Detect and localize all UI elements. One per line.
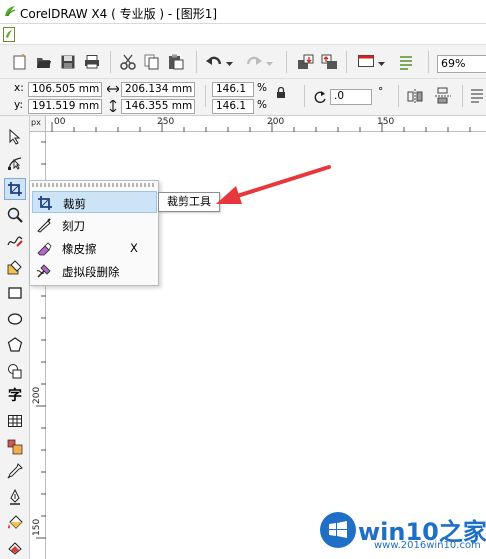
eraser-icon <box>37 242 52 256</box>
x-position-field[interactable]: 106.505 mm <box>28 82 102 97</box>
shape-tool-icon[interactable] <box>4 152 26 174</box>
height-arrows-icon <box>107 99 119 113</box>
interactive-blend-tool-icon[interactable] <box>4 436 26 458</box>
wrap-paragraph-icon[interactable] <box>470 87 484 105</box>
ellipse-tool-icon[interactable] <box>4 308 26 330</box>
flyout-item-virtual-segment-delete[interactable]: 虚拟段删除 <box>32 260 157 282</box>
coreldraw-logo-icon <box>5 6 16 17</box>
scale-y-field[interactable]: 146.1 <box>212 99 254 114</box>
toolbox: 字 <box>0 116 30 559</box>
flyout-item-shortcut: X <box>130 241 138 255</box>
width-arrows-icon <box>106 83 120 95</box>
undo-dropdown-icon[interactable] <box>224 54 234 74</box>
import-icon[interactable] <box>296 52 316 72</box>
cut-icon[interactable] <box>118 52 138 72</box>
ruler-tick-label: 200 <box>267 117 285 127</box>
redo-icon[interactable] <box>244 52 264 72</box>
basic-shapes-tool-icon[interactable] <box>4 360 26 382</box>
save-icon[interactable] <box>58 52 78 72</box>
welcome-screen-icon[interactable] <box>396 52 416 72</box>
launcher-dropdown-icon[interactable] <box>376 54 386 74</box>
menu-bar <box>0 24 486 44</box>
application-launcher-icon[interactable] <box>356 52 376 72</box>
outline-pen-tool-icon[interactable] <box>4 486 26 508</box>
open-folder-icon[interactable] <box>34 52 54 72</box>
copy-icon[interactable] <box>142 52 162 72</box>
ruler-tick-label: 00 <box>54 117 66 127</box>
ruler-tick-label: 250 <box>157 117 175 127</box>
flyout-item-label: 橡皮擦 <box>62 242 97 256</box>
print-icon[interactable] <box>82 52 102 72</box>
tooltip: 裁剪工具 <box>158 192 220 212</box>
ruler-unit-label: px <box>31 118 41 127</box>
y-position-field[interactable]: 191.519 mm <box>28 99 102 114</box>
mirror-vertical-icon[interactable] <box>434 87 452 105</box>
mirror-horizontal-icon[interactable] <box>406 87 424 105</box>
text-tool-icon[interactable]: 字 <box>4 384 26 406</box>
width-field[interactable]: 206.134 mm <box>121 82 195 97</box>
scale-x-percent: % <box>257 82 267 94</box>
interactive-fill-tool-icon[interactable] <box>4 536 26 558</box>
flyout-item-eraser[interactable]: 橡皮擦 X <box>32 237 157 259</box>
win10-logo-icon <box>320 512 356 548</box>
rectangle-tool-icon[interactable] <box>4 282 26 304</box>
x-label: x: <box>14 82 24 94</box>
watermark-url: www.2016win10.com <box>374 540 481 551</box>
pick-tool-icon[interactable] <box>4 126 26 148</box>
freehand-tool-icon[interactable] <box>4 230 26 252</box>
lock-ratio-icon[interactable] <box>276 86 286 99</box>
undo-icon[interactable] <box>204 52 224 72</box>
ruler-origin-corner[interactable]: px <box>30 116 46 132</box>
flyout-item-knife[interactable]: 刻刀 <box>32 214 157 236</box>
knife-icon <box>37 218 51 233</box>
ruler-tick-label: 150 <box>377 117 395 127</box>
table-tool-icon[interactable] <box>4 410 26 432</box>
paste-icon[interactable] <box>166 52 186 72</box>
zoom-level-select[interactable]: 69% <box>437 55 486 73</box>
redo-dropdown-icon[interactable] <box>264 54 274 74</box>
standard-toolbar: 69% <box>0 44 486 79</box>
title-bar: CorelDRAW X4 ( 专业版 ) - [图形1] <box>0 0 486 24</box>
crop-tool-icon[interactable] <box>4 178 26 200</box>
export-icon[interactable] <box>320 52 340 72</box>
scale-y-percent: % <box>257 99 267 111</box>
scale-x-field[interactable]: 146.1 <box>212 82 254 97</box>
new-document-icon[interactable] <box>10 52 30 72</box>
document-icon[interactable] <box>3 27 15 42</box>
zoom-tool-icon[interactable] <box>4 204 26 226</box>
annotation-arrow <box>216 165 331 204</box>
window-title: CorelDRAW X4 ( 专业版 ) - [图形1] <box>20 7 218 21</box>
ruler-tick-label: 200 <box>32 386 42 404</box>
flyout-item-label: 裁剪 <box>63 197 86 211</box>
flyout-item-label: 虚拟段删除 <box>62 265 120 279</box>
fill-tool-icon[interactable] <box>4 512 26 534</box>
rotation-icon <box>313 90 327 104</box>
y-label: y: <box>14 99 23 111</box>
polygon-tool-icon[interactable] <box>4 334 26 356</box>
flyout-item-label: 刻刀 <box>62 219 85 233</box>
horizontal-ruler-ticks <box>51 122 471 132</box>
flyout-grip[interactable] <box>32 183 156 187</box>
crop-tools-flyout: 裁剪 刻刀 橡皮擦 X 虚拟段删除 <box>29 180 159 286</box>
crop-icon <box>38 196 52 210</box>
smart-fill-tool-icon[interactable] <box>4 256 26 278</box>
ruler-tick-label: 150 <box>32 518 42 536</box>
property-bar: x: 106.505 mm y: 191.519 mm 206.134 mm 1… <box>0 79 486 116</box>
height-field[interactable]: 146.355 mm <box>121 99 195 114</box>
rotation-angle-field[interactable]: .0 <box>330 89 372 105</box>
eyedropper-tool-icon[interactable] <box>4 460 26 482</box>
virtual-segment-delete-icon <box>36 264 51 278</box>
horizontal-ruler[interactable]: 00 250 200 150 <box>30 116 486 132</box>
flyout-item-crop[interactable]: 裁剪 <box>32 191 157 213</box>
degree-symbol: ° <box>378 86 384 98</box>
